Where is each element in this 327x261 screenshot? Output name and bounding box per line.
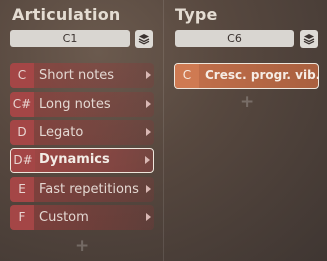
add-articulation-button[interactable]: + [75,236,89,256]
item-key: C# [10,92,34,117]
articulation-item-legato[interactable]: D Legato [10,120,154,145]
type-panel: Type C6 C Cresc. progr. vib. + [164,0,327,261]
type-layers-button[interactable] [300,30,318,48]
layers-icon [303,34,315,45]
item-label: Long notes [39,97,111,112]
item-key: C [175,64,199,88]
item-key: C [10,63,34,88]
item-label: Legato [39,125,84,140]
articulation-item-fast-repetitions[interactable]: E Fast repetitions [10,177,154,202]
item-key: D [10,120,34,145]
chevron-right-icon [146,128,151,136]
item-key: D# [11,149,35,172]
item-label: Fast repetitions [39,182,139,197]
articulation-item-custom[interactable]: F Custom [10,205,154,230]
articulation-layers-button[interactable] [135,30,153,48]
articulation-panel: Articulation C1 C Short notes C# Long no… [0,0,163,261]
layers-icon [138,34,150,45]
chevron-right-icon [146,71,151,79]
articulation-item-dynamics[interactable]: D# Dynamics [10,148,154,173]
item-key: F [10,205,34,230]
item-label: Cresc. progr. vib. [205,68,321,82]
type-key-field[interactable]: C6 [175,30,294,47]
chevron-right-icon [145,156,150,164]
type-title: Type [175,5,218,24]
item-label: Custom [39,210,89,225]
item-label: Short notes [39,68,115,83]
articulation-title: Articulation [12,5,121,24]
add-type-button[interactable]: + [240,92,254,112]
articulation-item-short-notes[interactable]: C Short notes [10,63,154,88]
chevron-right-icon [146,185,151,193]
item-key: E [10,177,34,202]
articulation-key-field[interactable]: C1 [10,30,130,47]
chevron-right-icon [146,213,151,221]
chevron-right-icon [146,100,151,108]
articulation-item-long-notes[interactable]: C# Long notes [10,92,154,117]
type-item-cresc-progr-vib[interactable]: C Cresc. progr. vib. [174,63,321,89]
item-label: Dynamics [39,152,110,167]
